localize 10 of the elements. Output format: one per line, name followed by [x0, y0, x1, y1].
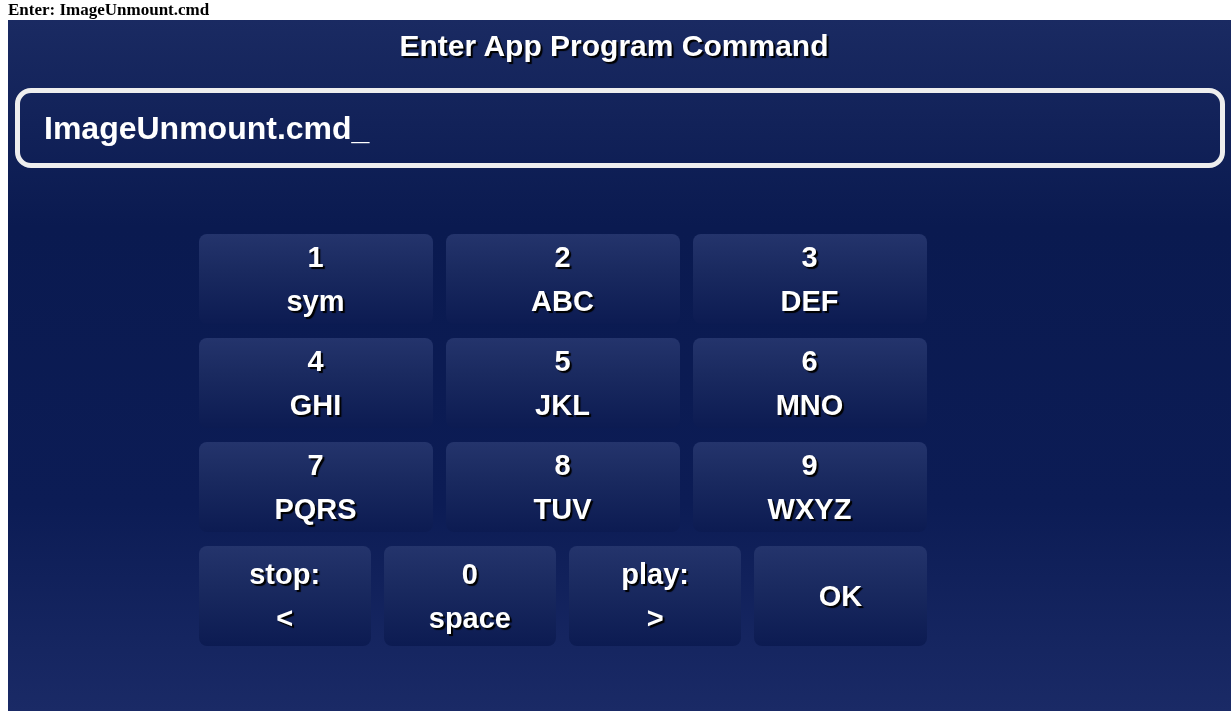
keypad-key[interactable]: 7 PQRS: [198, 442, 433, 532]
keypad-key[interactable]: OK: [754, 546, 927, 646]
keypad-key[interactable]: 0 space: [383, 546, 556, 646]
keypad-key[interactable]: play: >: [569, 546, 742, 646]
input-field[interactable]: ImageUnmount.cmd_: [15, 88, 1225, 168]
keypad-key[interactable]: 9 WXYZ: [692, 442, 927, 532]
keypad-key[interactable]: 8 TUV: [445, 442, 680, 532]
keypad-key[interactable]: stop: <: [198, 546, 371, 646]
caption-text: Enter: ImageUnmount.cmd: [7, 0, 210, 20]
dialog-title: Enter App Program Command: [399, 28, 829, 64]
